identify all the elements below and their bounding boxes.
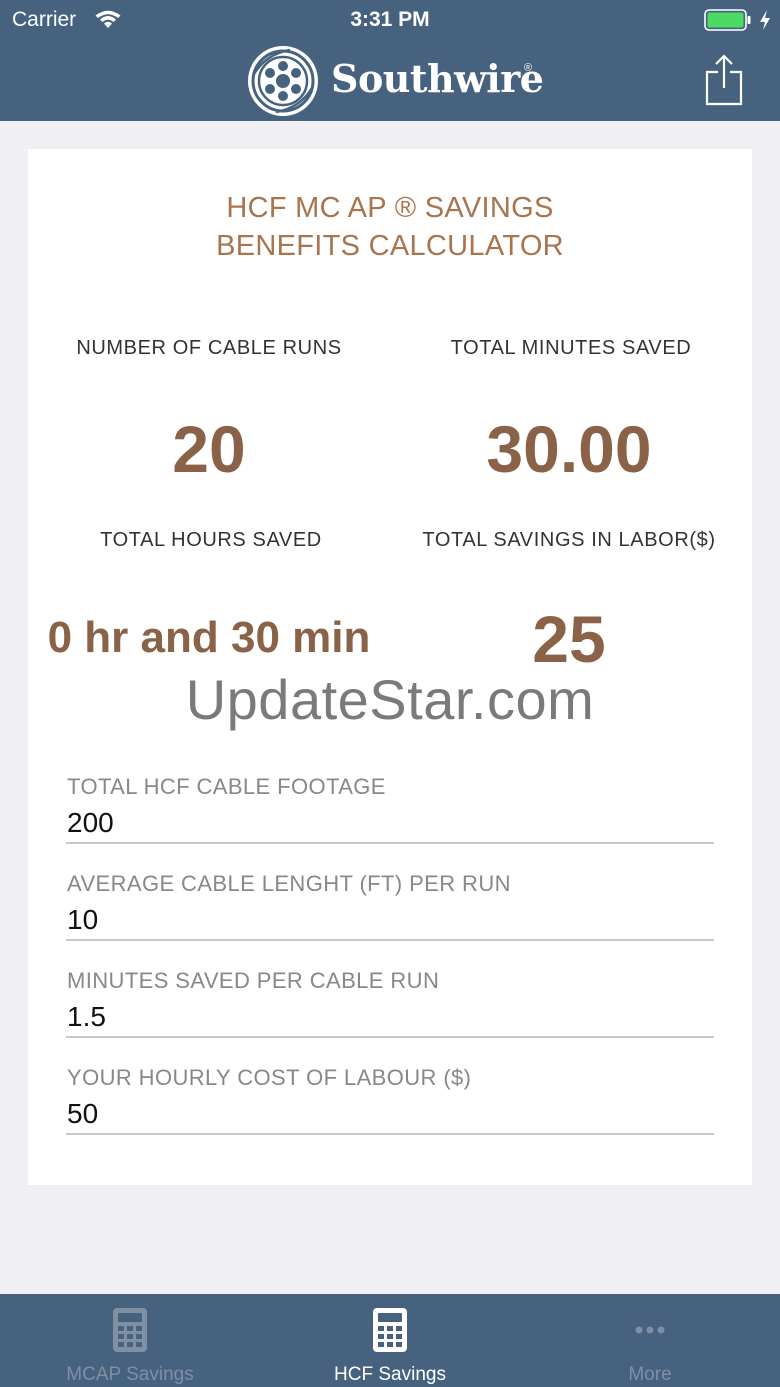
title-line-2: BENEFITS CALCULATOR — [216, 230, 564, 262]
labour-cost-input[interactable] — [66, 1095, 714, 1135]
cable-length-field: AVERAGE CABLE LENGHT (FT) PER RUN — [66, 871, 714, 967]
watermark-text: UpdateStar.com — [185, 668, 595, 731]
minutes-per-run-label: MINUTES SAVED PER CABLE RUN — [67, 968, 440, 993]
tab-more-label: More — [628, 1364, 672, 1385]
calculator-icon — [113, 1308, 147, 1352]
calculator-icon — [373, 1308, 407, 1352]
charging-bolt-icon — [760, 10, 770, 30]
battery-icon — [704, 9, 751, 31]
cable-footage-label: TOTAL HCF CABLE FOOTAGE — [67, 774, 386, 799]
tab-mcap-savings-label: MCAP Savings — [66, 1364, 194, 1385]
minutes-per-run-field: MINUTES SAVED PER CABLE RUN — [66, 968, 714, 1064]
cable-runs-value: 20 — [172, 412, 246, 486]
registered-mark: ® — [524, 62, 533, 74]
labor-savings-value: 25 — [532, 602, 606, 676]
minutes-saved-label: TOTAL MINUTES SAVED — [450, 337, 692, 359]
page-title: HCF MC AP ® SAVINGS BENEFITS CALCULATOR — [28, 189, 752, 265]
cable-footage-field: TOTAL HCF CABLE FOOTAGE — [66, 774, 714, 870]
header-bar: Southwire ® — [0, 40, 780, 121]
clock: 3:31 PM — [350, 8, 430, 31]
brand-logo-text: Southwire — [331, 56, 544, 101]
cable-footage-input[interactable] — [66, 804, 714, 844]
tab-hcf-savings-label: HCF Savings — [334, 1364, 446, 1385]
labour-cost-label: YOUR HOURLY COST OF LABOUR ($) — [67, 1065, 472, 1090]
cable-length-label: AVERAGE CABLE LENGHT (FT) PER RUN — [67, 871, 511, 896]
tab-more[interactable]: More — [520, 1294, 780, 1387]
southwire-logo-icon — [248, 46, 318, 116]
more-dots-icon — [635, 1326, 665, 1334]
minutes-saved-value: 30.00 — [486, 412, 652, 486]
cable-runs-label: NUMBER OF CABLE RUNS — [76, 337, 342, 359]
cable-length-input[interactable] — [66, 901, 714, 941]
labour-cost-field: YOUR HOURLY COST OF LABOUR ($) — [66, 1065, 714, 1161]
tab-mcap-savings[interactable]: MCAP Savings — [0, 1294, 260, 1387]
tab-bar: MCAP Savings HCF Savings More — [0, 1294, 780, 1387]
tab-hcf-savings[interactable]: HCF Savings — [260, 1294, 520, 1387]
hours-saved-value: 0 hr and 30 min — [47, 613, 371, 662]
title-line-1: HCF MC AP ® SAVINGS — [226, 192, 554, 224]
calculator-card: HCF MC AP ® SAVINGS BENEFITS CALCULATOR … — [28, 149, 752, 1185]
status-bar: Carrier 3:31 PM — [0, 0, 780, 40]
share-icon[interactable] — [704, 54, 744, 106]
hours-saved-label: TOTAL HOURS SAVED — [100, 529, 322, 551]
labor-savings-label: TOTAL SAVINGS IN LABOR($) — [422, 529, 716, 551]
minutes-per-run-input[interactable] — [66, 998, 714, 1038]
